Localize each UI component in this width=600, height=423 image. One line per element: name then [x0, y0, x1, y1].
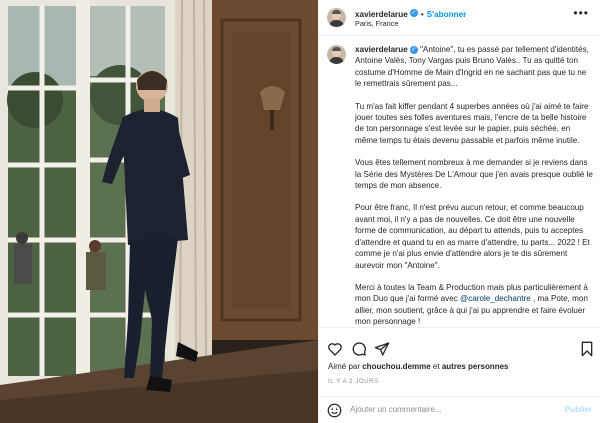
- liker-username[interactable]: chouchou.demme: [362, 362, 430, 371]
- caption-area[interactable]: xavierdelarue ✓ "Antoine", tu es passé pa…: [319, 37, 600, 328]
- post-side-panel: xavierdelarue ✓ • S'abonner Paris, France •…: [318, 0, 600, 423]
- more-options-icon[interactable]: •••: [573, 7, 589, 19]
- caption-text: xavierdelarue ✓ "Antoine", tu es passé pa…: [355, 44, 593, 327]
- caption-paragraph-5: Merci à toutes la Team & Production mais…: [355, 282, 593, 327]
- publish-button[interactable]: Publier: [565, 405, 592, 414]
- caption-paragraph-2: Tu m'as fait kiffer pendant 4 superbes a…: [355, 101, 589, 145]
- separator-dot: •: [420, 10, 424, 19]
- caption-avatar[interactable]: [327, 45, 346, 64]
- comment-bar: Ajouter un commentaire... Publier: [319, 396, 600, 423]
- caption-paragraph-3: Vous êtes tellement nombreux à me demand…: [355, 158, 593, 191]
- bookmark-icon[interactable]: [579, 341, 595, 357]
- caption-paragraph-4: Pour être franc, Il n'est prévu aucun re…: [355, 203, 590, 270]
- likes-middle: et: [430, 362, 442, 371]
- avatar[interactable]: [327, 8, 346, 27]
- other-likers-link[interactable]: autres personnes: [442, 362, 509, 371]
- caption-verified-badge-icon: ✓: [409, 45, 418, 54]
- comment-icon[interactable]: [351, 341, 367, 357]
- share-icon[interactable]: [374, 341, 390, 357]
- username[interactable]: xavierdelarue: [355, 10, 408, 19]
- comment-input[interactable]: Ajouter un commentaire...: [350, 405, 442, 414]
- emoji-icon[interactable]: [327, 403, 342, 418]
- mention-link[interactable]: @carole_dechantre: [460, 294, 531, 303]
- location-link[interactable]: Paris, France: [355, 19, 398, 28]
- photo-illustration: [0, 0, 318, 423]
- likes-summary: Aimé par chouchou.demme et autres person…: [328, 362, 509, 371]
- action-bar: [319, 336, 600, 362]
- heart-icon[interactable]: [327, 341, 343, 357]
- follow-button[interactable]: S'abonner: [427, 10, 467, 19]
- caption-username[interactable]: xavierdelarue: [355, 45, 408, 54]
- verified-badge-icon: ✓: [409, 8, 418, 17]
- caption-paragraph-1: xavierdelarue ✓ "Antoine", tu es passé pa…: [355, 44, 593, 90]
- post-header: xavierdelarue ✓ • S'abonner Paris, France •…: [319, 0, 600, 36]
- post-timestamp[interactable]: IL Y A 2 JOURS: [328, 379, 379, 385]
- post-photo[interactable]: [0, 0, 318, 423]
- likes-prefix: Aimé par: [328, 362, 363, 371]
